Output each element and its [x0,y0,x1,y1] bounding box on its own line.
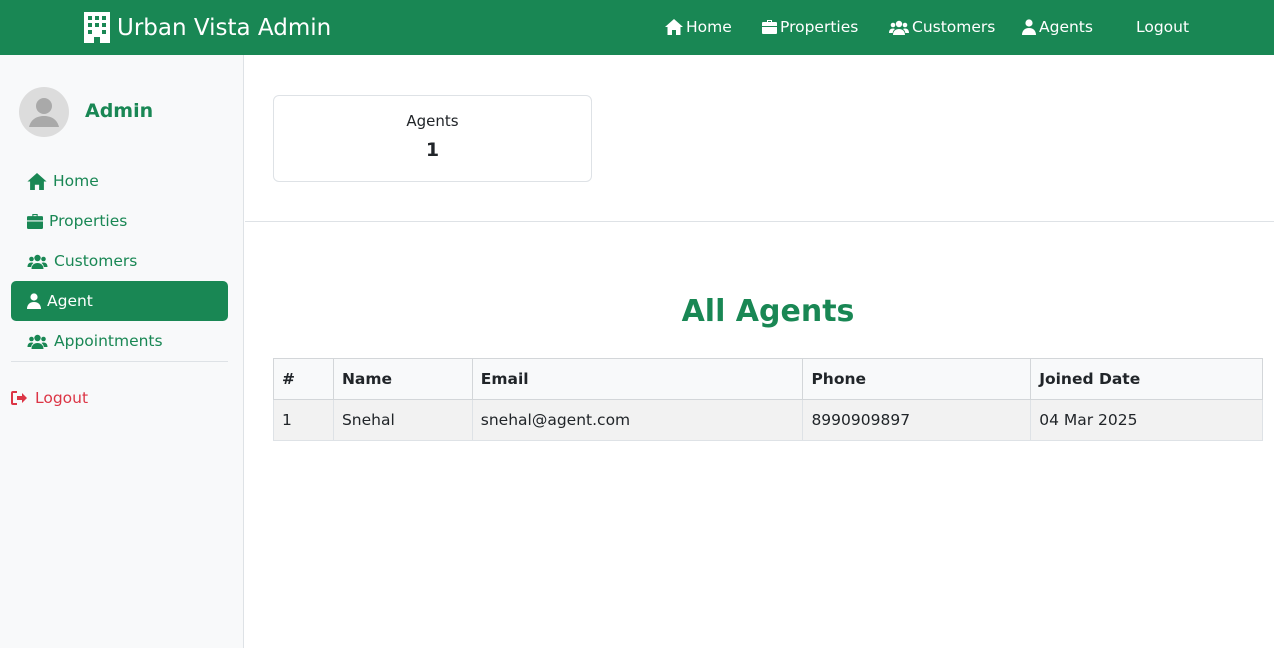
cell-name: Snehal [332,399,473,441]
cell-phone: 8990909897 [802,399,1032,441]
sidebar-item-appointments[interactable]: Appointments [11,321,228,361]
column-header: Name [332,358,473,400]
admin-name: Admin [85,100,154,122]
avatar [19,87,69,137]
column-header: Phone [802,358,1032,400]
sidebar-item-label: Agent [47,292,93,310]
sidebar-item-agent[interactable]: Agent [11,281,228,321]
users-icon [27,334,48,349]
nav-agents-label: Agents [1039,18,1093,36]
sidebar-item-label: Customers [54,252,138,270]
home-icon [665,19,683,35]
nav-customers-link[interactable]: Customers [889,16,995,38]
sidebar-item-home[interactable]: Home [11,161,228,201]
nav-logout-label: Logout [1136,18,1190,36]
brand-link[interactable]: Urban Vista Admin [84,11,331,44]
cell-joined-date: 04 Mar 2025 [1030,399,1263,441]
brand-title: Urban Vista Admin [117,14,332,41]
nav-customers-label: Customers [912,18,996,36]
top-navbar: Urban Vista Admin Home Properties Custom… [0,0,1274,55]
nav-home-label: Home [686,18,732,36]
cell-email: snehal@agent.com [471,399,804,441]
stat-value: 1 [425,139,440,161]
users-icon [27,254,48,269]
sidebar-logout-link[interactable]: Logout [11,387,88,409]
sidebar-item-properties[interactable]: Properties [11,201,228,241]
sidebar-divider [11,361,228,362]
column-header: Joined Date [1030,358,1263,400]
section-divider [245,221,1274,222]
user-avatar-icon [29,98,59,127]
nav-agents-link[interactable]: Agents [1022,16,1093,38]
building-icon [84,12,110,43]
sidebar: Admin Home Properties Customers Agent Ap… [0,55,244,648]
user-tie-icon [1022,19,1036,35]
cell-index: 1 [273,399,334,441]
nav-logout-link[interactable]: Logout [1136,16,1189,38]
column-header: # [273,358,334,400]
sidebar-item-label: Home [53,172,99,190]
nav-home-link[interactable]: Home [665,16,732,38]
agents-table: # Name Email Phone Joined Date 1 Snehal … [273,358,1263,441]
sidebar-logout-label: Logout [35,389,89,407]
table-header-row: # Name Email Phone Joined Date [273,358,1263,400]
column-header: Email [471,358,804,400]
briefcase-icon [762,20,777,34]
briefcase-icon [27,213,43,229]
sidebar-item-label: Properties [49,212,128,230]
page-title: All Agents [681,294,855,329]
sidebar-item-customers[interactable]: Customers [11,241,228,281]
nav-properties-label: Properties [780,18,859,36]
table-row: 1 Snehal snehal@agent.com 8990909897 04 … [273,399,1263,441]
stat-label: Agents [406,112,459,130]
sidebar-item-label: Appointments [54,332,163,350]
home-icon [27,172,47,190]
users-icon [889,20,909,35]
sign-out-icon [11,391,27,405]
user-tie-icon [27,293,41,309]
agents-stat-card: Agents 1 [273,95,592,182]
nav-properties-link[interactable]: Properties [762,16,858,38]
